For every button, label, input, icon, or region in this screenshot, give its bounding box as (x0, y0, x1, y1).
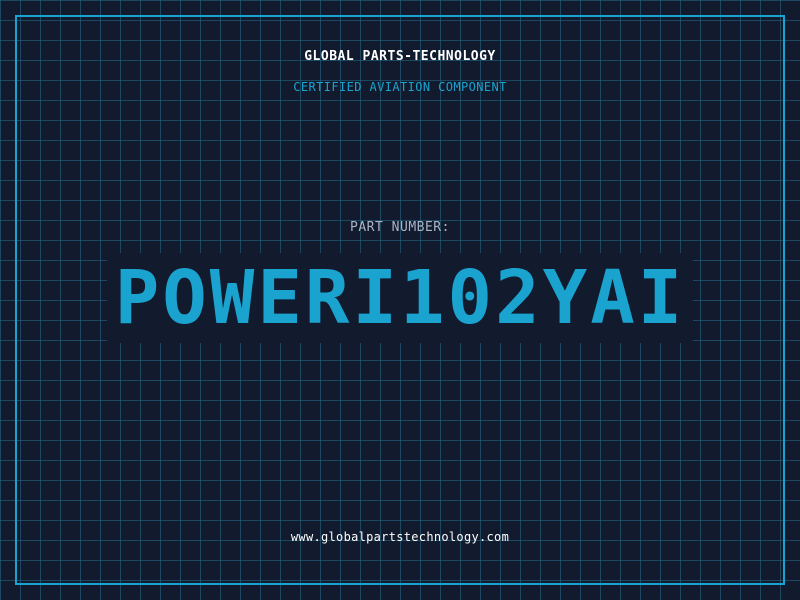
part-number-display: POWERI102YAI (0, 253, 800, 343)
website-url: www.globalpartstechnology.com (290, 530, 510, 544)
brand-name: GLOBAL PARTS-TECHNOLOGY (304, 49, 496, 64)
certification-subtitle: CERTIFIED AVIATION COMPONENT (293, 80, 507, 94)
part-number-value: POWERI102YAI (106, 253, 694, 343)
part-number-label: PART NUMBER: (350, 220, 450, 235)
